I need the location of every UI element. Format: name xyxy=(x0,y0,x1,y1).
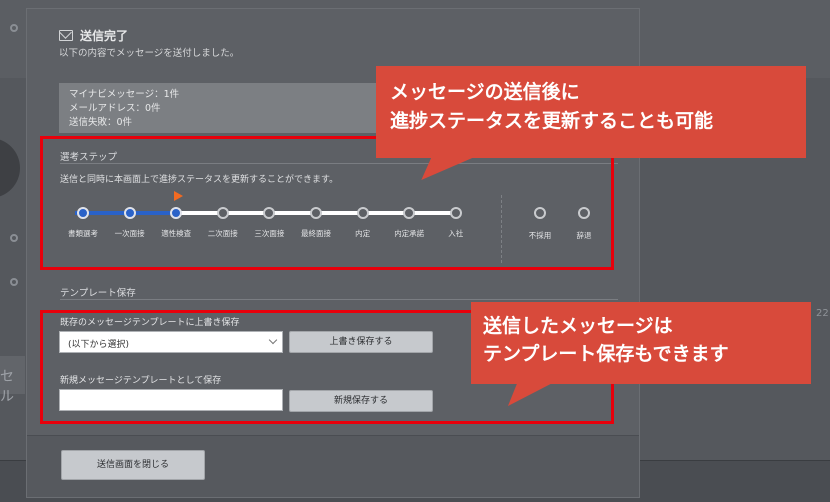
background-row-label: セル xyxy=(0,369,14,405)
callout-line: 送信したメッセージは xyxy=(483,315,673,337)
background-radio xyxy=(10,24,18,32)
modal-subtitle: 以下の内容でメッセージを送付しました。 xyxy=(59,48,240,59)
template-save-callout: 送信したメッセージは テンプレート保存もできます xyxy=(471,302,811,384)
callout-line: テンプレート保存もできます xyxy=(483,343,729,365)
close-send-screen-button[interactable]: 送信画面を閉じる xyxy=(61,450,205,480)
background-avatar xyxy=(0,138,20,198)
template-save-heading: テンプレート保存 xyxy=(60,288,136,299)
modal-footer: 送信画面を閉じる xyxy=(27,435,639,497)
background-row: セル xyxy=(0,356,25,405)
step-update-callout: メッセージの送信後に 進捗ステータスを更新することも可能 xyxy=(376,66,806,158)
background-number: 22 xyxy=(816,308,829,319)
modal-title-row: 送信完了 xyxy=(59,27,128,44)
background-radio xyxy=(10,278,18,286)
mail-icon xyxy=(59,30,73,41)
modal-title: 送信完了 xyxy=(80,29,129,43)
callout-line: メッセージの送信後に xyxy=(390,81,580,103)
background-radio xyxy=(10,234,18,242)
callout-line: 進捗ステータスを更新することも可能 xyxy=(390,110,714,132)
section-divider xyxy=(60,299,618,300)
